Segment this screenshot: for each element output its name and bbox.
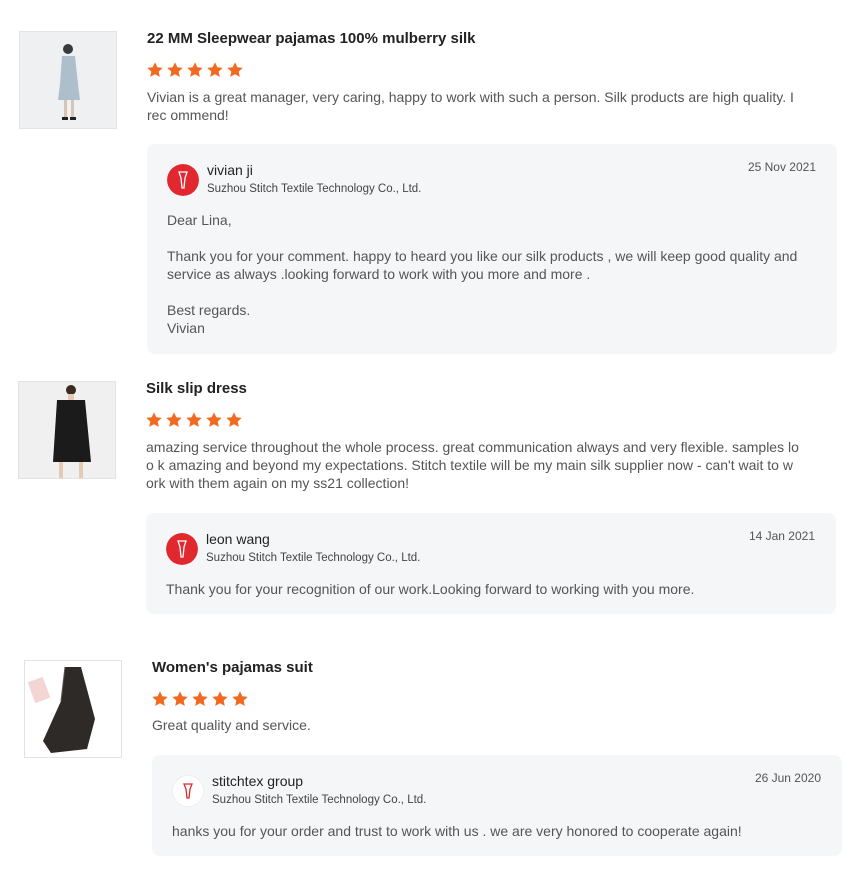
rating-stars xyxy=(145,411,243,429)
product-thumbnail[interactable] xyxy=(24,660,122,758)
star-icon xyxy=(146,412,162,427)
star-icon xyxy=(206,412,222,427)
replier-company: Suzhou Stitch Textile Technology Co., Lt… xyxy=(206,552,421,564)
seller-reply: vivian ji Suzhou Stitch Textile Technolo… xyxy=(147,144,837,354)
seller-avatar xyxy=(172,775,204,807)
star-icon xyxy=(167,62,183,77)
review-comment: Vivian is a great manager, very caring, … xyxy=(147,89,794,123)
star-icon xyxy=(192,691,208,706)
replier-name: leon wang xyxy=(206,531,270,547)
rating-stars xyxy=(146,61,244,79)
replier-name: stitchtex group xyxy=(212,773,304,789)
replier-company: Suzhou Stitch Textile Technology Co., Lt… xyxy=(207,183,422,195)
star-icon xyxy=(227,62,243,77)
review-comment: amazing service throughout the whole pro… xyxy=(146,439,799,491)
product-thumbnail[interactable] xyxy=(18,381,116,479)
reply-text: Dear Lina, Thank you for your comment. h… xyxy=(167,212,798,336)
seller-reply: leon wang Suzhou Stitch Textile Technolo… xyxy=(146,513,836,614)
reply-text: hanks you for your order and trust to wo… xyxy=(172,823,742,839)
product-title[interactable]: Silk slip dress xyxy=(146,380,247,397)
seller-reply: stitchtex group Suzhou Stitch Textile Te… xyxy=(152,755,842,856)
star-icon xyxy=(172,691,188,706)
star-icon xyxy=(186,412,202,427)
replier-name: vivian ji xyxy=(207,162,253,178)
star-icon xyxy=(166,412,182,427)
product-thumbnail[interactable] xyxy=(19,31,117,129)
reply-date: 14 Jan 2021 xyxy=(748,529,815,543)
reply-date: 26 Jun 2020 xyxy=(754,771,821,785)
star-icon xyxy=(212,691,228,706)
star-icon xyxy=(187,62,203,77)
product-title[interactable]: 22 MM Sleepwear pajamas 100% mulberry si… xyxy=(147,30,476,47)
seller-avatar xyxy=(167,164,199,196)
reply-text: Thank you for your recognition of our wo… xyxy=(166,581,695,597)
star-icon xyxy=(147,62,163,77)
star-icon xyxy=(226,412,242,427)
star-icon xyxy=(232,691,248,706)
replier-company: Suzhou Stitch Textile Technology Co., Lt… xyxy=(212,794,427,806)
seller-avatar xyxy=(166,533,198,565)
reply-date: 25 Nov 2021 xyxy=(747,160,816,174)
product-title[interactable]: Women's pajamas suit xyxy=(152,659,313,676)
review-comment: Great quality and service. xyxy=(152,717,311,733)
star-icon xyxy=(152,691,168,706)
star-icon xyxy=(207,62,223,77)
rating-stars xyxy=(151,690,249,708)
